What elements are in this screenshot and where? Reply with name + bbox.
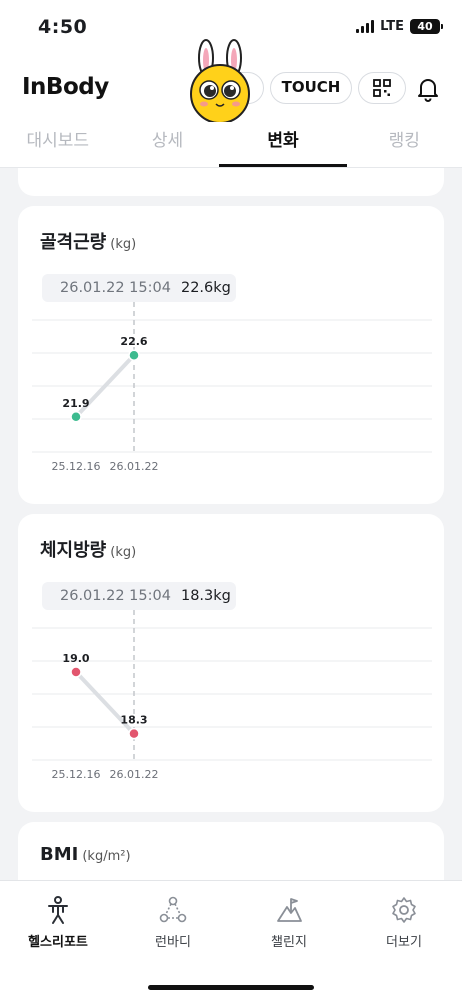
tab-change[interactable]: 변화 <box>219 122 347 167</box>
inbody-logo: InBody <box>22 74 109 100</box>
x-tick-label: 25.12.16 <box>52 460 101 473</box>
data-point <box>128 349 140 361</box>
data-point <box>70 411 82 423</box>
qr-code-icon <box>373 79 391 97</box>
card-title: 골격근량 (kg) <box>40 232 137 253</box>
touch-button[interactable]: TOUCH <box>270 72 352 104</box>
tab-bar: 대시보드 상세 변화 랭킹 <box>0 122 462 168</box>
data-label: 19.0 <box>62 652 89 665</box>
selected-point-tooltip: 26.01.22 15:04 22.6kg <box>42 274 236 302</box>
skeletal-muscle-chart[interactable]: 21.9 22.6 25.12.16 26.01.22 <box>32 302 432 478</box>
data-point <box>70 666 82 678</box>
previous-card <box>18 168 444 196</box>
body-fat-chart[interactable]: 19.0 18.3 25.12.16 26.01.22 <box>32 610 432 786</box>
x-tick-label: 26.01.22 <box>110 768 159 781</box>
data-point <box>128 727 140 740</box>
runbody-icon <box>159 896 187 923</box>
nav-challenge[interactable]: 챌린지 <box>239 895 339 950</box>
more-settings-icon <box>392 897 416 923</box>
profile-avatar[interactable] <box>184 38 256 126</box>
data-label: 18.3 <box>120 714 147 727</box>
app-header: InBody TOUCH <box>0 39 462 124</box>
body-fat-card[interactable]: 체지방량 (kg) 26.01.22 15:04 18.3kg 19.0 18.3 25… <box>18 514 444 812</box>
signal-icon <box>356 20 375 33</box>
nav-runbody[interactable]: 런바디 <box>123 895 223 950</box>
battery-icon: 40 <box>410 19 443 34</box>
selected-point-tooltip: 26.01.22 15:04 18.3kg <box>42 582 236 610</box>
card-title: BMI (kg/m²) <box>40 844 131 865</box>
network-type: LTE <box>380 19 404 34</box>
nav-more[interactable]: 더보기 <box>354 895 454 950</box>
notification-bell-icon[interactable] <box>414 75 442 103</box>
skeletal-muscle-card[interactable]: 골격근량 (kg) 26.01.22 15:04 22.6kg 21.9 22.6 25… <box>18 206 444 504</box>
bottom-navigation: 헬스리포트 런바디 챌린지 더보기 <box>0 880 462 1000</box>
tab-detail[interactable]: 상세 <box>116 122 220 167</box>
x-tick-label: 26.01.22 <box>110 460 159 473</box>
tab-ranking[interactable]: 랭킹 <box>347 122 462 167</box>
data-label: 21.9 <box>62 397 89 410</box>
nav-health-report[interactable]: 헬스리포트 <box>8 895 108 950</box>
home-indicator <box>148 985 314 990</box>
status-time: 4:50 <box>38 16 88 38</box>
health-report-icon <box>48 896 68 924</box>
qr-button[interactable] <box>358 72 406 104</box>
card-title: 체지방량 (kg) <box>40 540 137 561</box>
data-label: 22.6 <box>120 335 147 348</box>
challenge-icon <box>277 898 302 922</box>
tab-dashboard[interactable]: 대시보드 <box>0 122 116 167</box>
x-tick-label: 25.12.16 <box>52 768 101 781</box>
